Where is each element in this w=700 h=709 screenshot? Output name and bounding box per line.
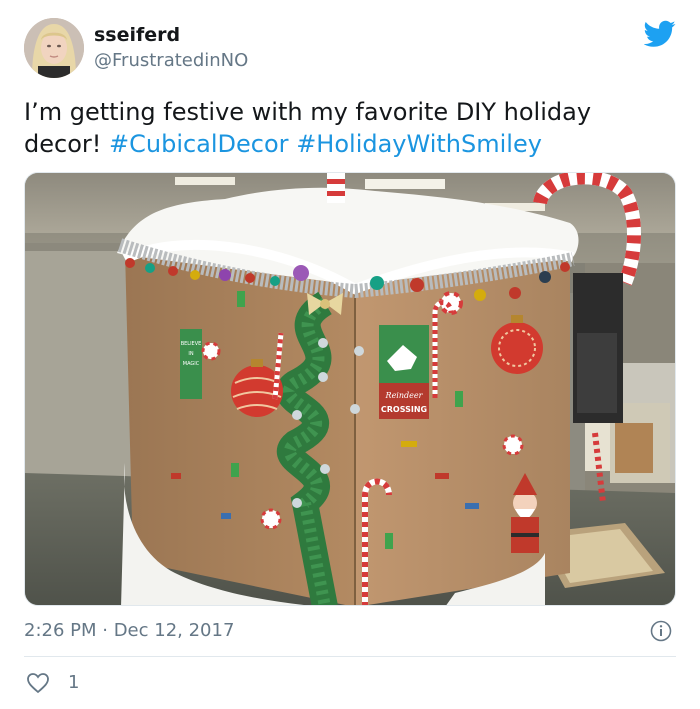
hashtag-cubicaldecor[interactable]: #CubicalDecor (109, 130, 289, 158)
user-handle[interactable]: @FrustratedinNO (94, 50, 248, 72)
small-sign-line-1: BELIEVE (181, 341, 202, 347)
tweet-timestamp[interactable]: 2:26 PM · Dec 12, 2017 (24, 620, 234, 642)
like-action[interactable]: 1 (26, 672, 79, 694)
sign-text-crossing: CROSSING (381, 405, 427, 414)
avatar[interactable] (24, 18, 84, 78)
like-count: 1 (68, 672, 80, 693)
info-icon[interactable] (650, 620, 672, 642)
tweet-card: sseiferd @FrustratedinNO I’m getting fes… (0, 0, 700, 709)
small-sign-line-2: IN (188, 351, 193, 357)
divider (24, 656, 676, 657)
sign-text-reindeer: Reindeer (385, 391, 424, 400)
tweet-photo[interactable]: Reindeer CROSSING BELIEVE IN MAGIC (24, 172, 676, 606)
hashtag-holidaywithsmiley[interactable]: #HolidayWithSmiley (296, 130, 542, 158)
heart-icon[interactable] (26, 672, 50, 694)
twitter-bird-icon[interactable] (644, 20, 676, 48)
display-name[interactable]: sseiferd (94, 24, 248, 46)
small-sign-line-3: MAGIC (183, 361, 200, 367)
tweet-text: I’m getting festive with my favorite DIY… (24, 96, 664, 160)
user-info: sseiferd @FrustratedinNO (94, 24, 248, 72)
